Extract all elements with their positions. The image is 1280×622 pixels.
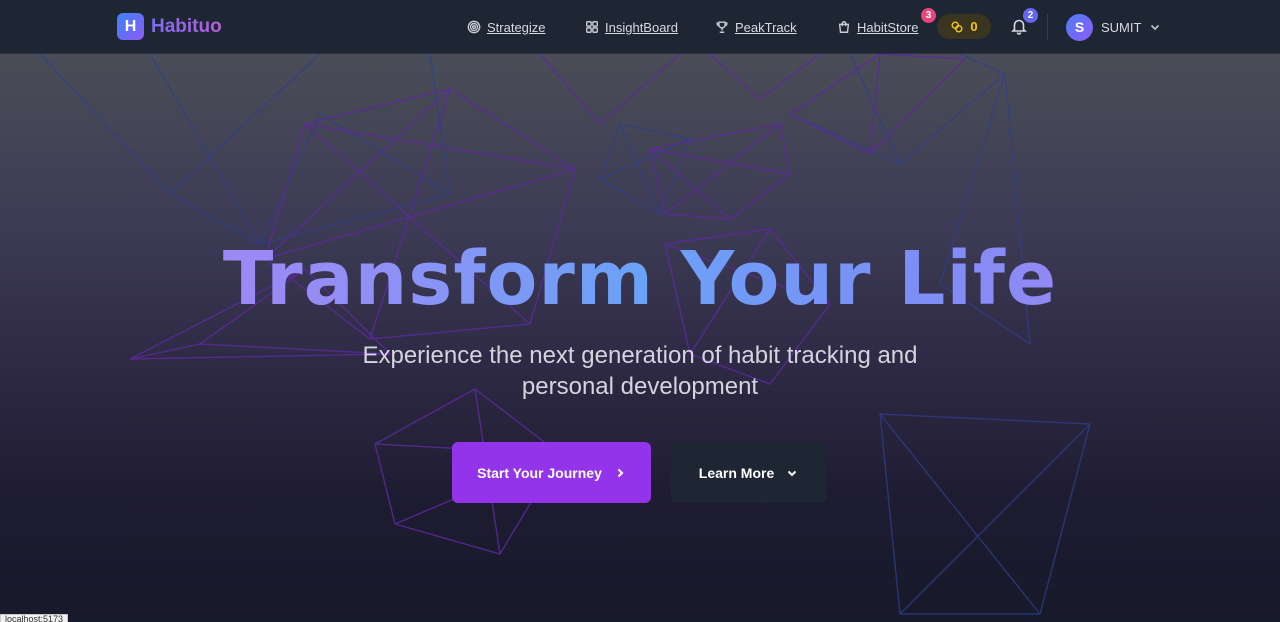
brand-name: Habituo xyxy=(151,15,222,37)
hero-section: Transform Your Life Experience the next … xyxy=(0,54,1280,622)
coins-balance[interactable]: 0 xyxy=(937,14,991,39)
hero-subtitle: Experience the next generation of habit … xyxy=(340,340,940,402)
user-name: SUMIT xyxy=(1101,19,1142,35)
hero-subtitle-line-2: personal development xyxy=(521,373,759,400)
avatar: S xyxy=(1066,13,1093,41)
chevron-down-icon xyxy=(788,470,797,476)
store-badge: 3 xyxy=(921,8,936,23)
start-journey-label: Start Your Journey xyxy=(477,464,602,481)
wireframe-background xyxy=(39,54,1091,615)
nav-link-peaktrack[interactable]: PeakTrack xyxy=(715,17,797,37)
trophy-icon xyxy=(716,21,728,33)
status-bar-url: localhost:5173 xyxy=(0,614,69,622)
learn-more-label: Learn More xyxy=(698,464,775,481)
user-menu[interactable]: S SUMIT xyxy=(1066,13,1161,41)
nav-link-strategize[interactable]: Strategize xyxy=(467,17,546,37)
shopping-bag-icon xyxy=(838,21,850,33)
nav-link-label: InsightBoard xyxy=(605,19,678,35)
target-icon xyxy=(467,20,481,34)
coins-icon xyxy=(951,20,963,33)
nav-link-label: Strategize xyxy=(487,19,546,35)
grid-icon xyxy=(586,21,598,33)
chevron-down-icon xyxy=(1151,24,1160,31)
learn-more-button[interactable]: Learn More xyxy=(671,442,826,503)
start-journey-button[interactable]: Start Your Journey xyxy=(452,442,651,503)
coins-count: 0 xyxy=(970,19,978,34)
navbar-divider xyxy=(1047,14,1048,40)
brand-link[interactable]: H Habituo xyxy=(117,13,222,40)
notifications-badge: 2 xyxy=(1023,8,1038,23)
top-navbar: H Habituo Strategize InsightBoard PeakTr… xyxy=(0,0,1280,54)
nav-link-insightboard[interactable]: InsightBoard xyxy=(585,17,678,37)
hero-title: Transform Your Life xyxy=(0,234,1280,324)
nav-link-label: PeakTrack xyxy=(735,19,797,35)
hero-subtitle-line-1: Experience the next generation of habit … xyxy=(362,342,918,369)
nav-link-habitstore[interactable]: HabitStore xyxy=(837,17,918,37)
chevron-right-icon xyxy=(617,468,624,477)
brand-logo: H xyxy=(117,13,144,40)
nav-link-label: HabitStore xyxy=(857,19,919,35)
